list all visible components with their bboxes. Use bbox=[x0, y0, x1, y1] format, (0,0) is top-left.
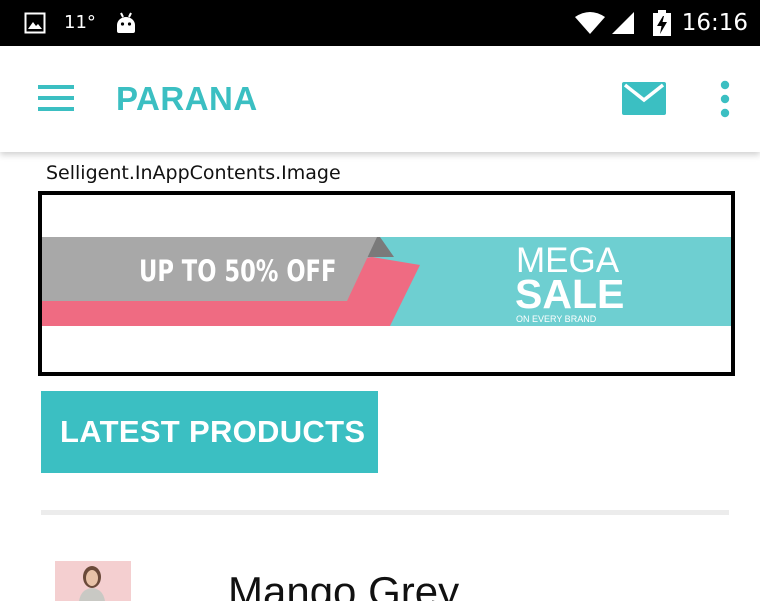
product-thumbnail[interactable] bbox=[55, 561, 131, 601]
section-divider bbox=[41, 510, 729, 515]
banner-sale-text: SALE bbox=[515, 271, 624, 317]
wifi-icon bbox=[574, 12, 605, 34]
cell-signal-icon bbox=[611, 12, 634, 34]
image-icon bbox=[24, 12, 46, 34]
status-bar-right: 16:16 bbox=[574, 8, 748, 38]
mega-sale-banner: UP TO 50% OFF MEGA SALE ON EVERY BRAND bbox=[42, 237, 731, 326]
clock-text: 16:16 bbox=[681, 10, 748, 36]
app-bar: PARANA bbox=[0, 46, 760, 152]
status-bar-left: 11° bbox=[24, 8, 138, 38]
status-bar: 11° 16:16 bbox=[0, 0, 760, 46]
in-app-content-label: Selligent.InAppContents.Image bbox=[46, 162, 341, 184]
menu-icon[interactable] bbox=[38, 84, 74, 112]
temperature-text: 11° bbox=[64, 12, 96, 33]
android-icon bbox=[116, 12, 135, 33]
banner-sub-text: ON EVERY BRAND bbox=[516, 314, 597, 324]
more-vert-icon[interactable] bbox=[714, 80, 736, 118]
latest-products-button[interactable]: LATEST PRODUCTS bbox=[41, 391, 378, 473]
app-title: PARANA bbox=[116, 80, 258, 117]
product-model-image bbox=[55, 561, 131, 601]
mail-icon[interactable] bbox=[622, 82, 666, 115]
product-name[interactable]: Mango Grey bbox=[228, 567, 459, 601]
battery-charging-icon bbox=[652, 10, 671, 36]
in-app-content-image[interactable]: UP TO 50% OFF MEGA SALE ON EVERY BRAND bbox=[38, 191, 735, 376]
banner-discount-text: UP TO 50% OFF bbox=[139, 255, 336, 288]
